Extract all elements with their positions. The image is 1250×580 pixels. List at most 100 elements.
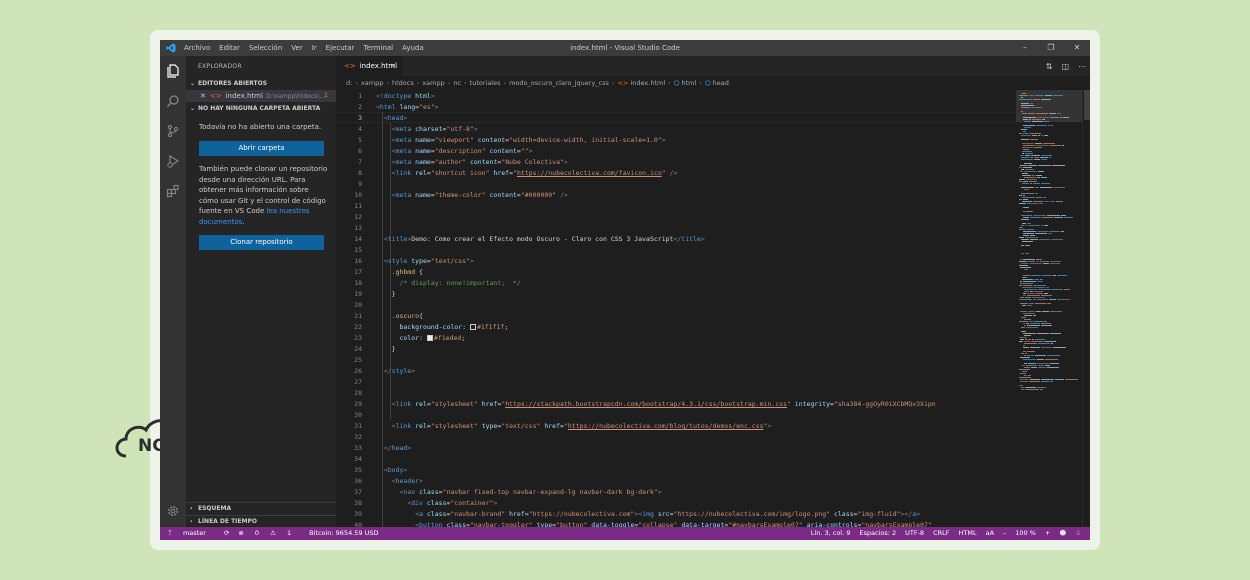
code-line[interactable]: .oscuro{ — [376, 311, 423, 322]
zoom-in-icon[interactable]: + — [1045, 527, 1050, 540]
minimap-line — [1027, 203, 1038, 204]
bitcoin-price[interactable]: Bitcoin: 9654.59 USD — [309, 527, 378, 540]
code-line[interactable]: <!doctype html> — [376, 91, 435, 102]
code-line[interactable]: <meta name="theme-color" content="#00000… — [376, 190, 568, 201]
open-editors-header[interactable]: ⌄ EDITORES ABIERTOS — [186, 78, 336, 90]
code-line[interactable]: <title>Demo: Como crear el Efecto modo O… — [376, 234, 705, 245]
run-debug-icon[interactable] — [166, 154, 180, 168]
breadcrumb-item[interactable]: nc — [453, 79, 461, 87]
menu-ayuda[interactable]: Ayuda — [402, 44, 424, 52]
breadcrumb-item[interactable]: modo_oscuro_claro_jquery_css — [509, 79, 609, 87]
minimap-line — [1052, 165, 1065, 166]
breadcrumb-item[interactable]: tutoriales — [470, 79, 501, 87]
close-editor-icon[interactable]: ✕ — [200, 92, 206, 100]
code-line[interactable]: color: #f1eded; — [376, 333, 465, 344]
code-line[interactable]: <header> — [376, 476, 423, 487]
scrollbar-thumb[interactable] — [1084, 90, 1090, 120]
feedback-icon[interactable]: ☻ — [1059, 527, 1066, 540]
code-line[interactable]: <html lang="es"> — [376, 102, 439, 113]
close-icon[interactable]: ✕ — [1064, 40, 1090, 56]
split-editor-icon[interactable]: ◫ — [1061, 62, 1069, 71]
notifications-icon[interactable]: ♤ — [1075, 527, 1081, 540]
timeline-header[interactable]: › LÍNEA DE TIEMPO — [186, 515, 336, 527]
sync-icon[interactable]: ⟳ — [224, 527, 229, 540]
breadcrumb-item[interactable]: xampp — [361, 79, 383, 87]
branch-indicator[interactable]: ᛉ master — [168, 527, 215, 540]
breadcrumb-item[interactable]: d: — [346, 79, 352, 87]
breadcrumb-item[interactable]: index.html — [630, 79, 665, 87]
language-mode[interactable]: HTML — [959, 527, 977, 540]
minimize-icon[interactable]: – — [1012, 40, 1038, 56]
code-line[interactable]: } — [376, 344, 396, 355]
code-line[interactable]: </head> — [376, 443, 411, 454]
breadcrumb-item[interactable]: head — [713, 79, 729, 87]
open-editor-item[interactable]: ✕ <> index.html D:\xampp\htdocs\... 1 — [186, 90, 336, 102]
code-editor[interactable]: 1 2 3 4 5 6 7 8 9 10 11 12 13 14 15 16 17 18 19 20 21 22 23 24 2… — [336, 90, 1016, 527]
code-line[interactable]: <a class="navbar-brand" href="https://nu… — [376, 509, 920, 520]
close-tab-icon[interactable]: × — [390, 56, 396, 76]
code-line[interactable]: <meta name="description" content=""> — [376, 146, 533, 157]
code-line[interactable]: <button class="navbar-toggler" type="but… — [376, 520, 932, 527]
breadcrumb-item[interactable]: html — [681, 79, 696, 87]
code-line[interactable]: <body> — [376, 465, 408, 476]
tab-index-html[interactable]: <> index.html × — [336, 56, 402, 76]
open-changes-icon[interactable]: ⇅ — [1046, 62, 1053, 71]
search-icon[interactable] — [166, 94, 180, 108]
outline-header[interactable]: › ESQUEMA — [186, 502, 336, 514]
code-token: "theme-color" — [434, 191, 486, 199]
code-line[interactable]: .ghbmd { — [376, 267, 423, 278]
more-actions-icon[interactable]: ⋯ — [1078, 62, 1086, 71]
code-line[interactable]: background-color: #1f1f1f; — [376, 322, 508, 333]
restore-icon[interactable]: ❐ — [1038, 40, 1064, 56]
no-folder-header[interactable]: ⌄ NO HAY NINGUNA CARPETA ABIERTA — [186, 103, 336, 115]
vertical-scrollbar[interactable] — [1082, 90, 1090, 527]
breadcrumb-item[interactable]: xampp — [422, 79, 444, 87]
breadcrumb-item[interactable]: htdocs — [392, 79, 414, 87]
code-line[interactable]: <link rel="shortcut icon" href="https://… — [376, 168, 678, 179]
line-number: 28 — [354, 389, 362, 397]
problems-indicator[interactable]: ⊗ 0 ⚠ 1 — [238, 527, 300, 540]
code-line[interactable]: </style> — [376, 366, 415, 377]
indentation[interactable]: Espacios: 2 — [859, 527, 896, 540]
font-size-icon[interactable]: aA — [986, 527, 994, 540]
code-line[interactable]: <head> — [376, 113, 408, 124]
code-line[interactable]: <meta name="viewport" content="width=dev… — [376, 135, 666, 146]
code-line[interactable]: <link rel="stylesheet" href="https://sta… — [376, 399, 936, 410]
open-folder-button[interactable]: Abrir carpeta — [199, 141, 324, 156]
code-line[interactable]: <style type="text/css"> — [376, 256, 474, 267]
code-line[interactable]: } — [376, 289, 396, 300]
files-icon[interactable] — [166, 64, 180, 78]
code-line[interactable]: <meta charset="utf-8"> — [376, 124, 478, 135]
code-line[interactable]: <link rel="stylesheet" type="text/css" h… — [376, 421, 772, 432]
cursor-position[interactable]: Lín. 3, col. 9 — [811, 527, 851, 540]
menu-ir[interactable]: Ir — [312, 44, 317, 52]
menu-ver[interactable]: Ver — [291, 44, 302, 52]
clone-repo-button[interactable]: Clonar repositorio — [199, 235, 324, 250]
color-swatch-icon[interactable] — [426, 335, 433, 341]
color-swatch-icon[interactable] — [469, 324, 476, 330]
line-ending[interactable]: CRLF — [933, 527, 949, 540]
gear-icon[interactable] — [166, 504, 180, 518]
code-line[interactable]: <nav class="navbar fixed-top navbar-expa… — [376, 487, 661, 498]
menu-archivo[interactable]: Archivo — [184, 44, 210, 52]
menu-terminal[interactable]: Terminal — [364, 44, 394, 52]
zoom-out-icon[interactable]: – — [1003, 527, 1006, 540]
minimap-line — [1019, 227, 1023, 228]
minimap-line — [1027, 351, 1035, 352]
code-token: https://nubecolectiva.com/blog/tutos/dem… — [567, 422, 764, 430]
extensions-icon[interactable] — [166, 184, 180, 198]
source-control-icon[interactable] — [166, 124, 180, 138]
menu-ejecutar[interactable]: Ejecutar — [326, 44, 355, 52]
code-token: meta — [395, 125, 412, 133]
menu-editar[interactable]: Editar — [219, 44, 240, 52]
encoding[interactable]: UTF-8 — [905, 527, 924, 540]
zoom-level[interactable]: 100 % — [1015, 527, 1036, 540]
code-line[interactable]: /* display: none!important; */ — [376, 278, 520, 289]
minimap[interactable] — [1016, 90, 1082, 527]
code-line[interactable]: <div class="container"> — [376, 498, 497, 509]
code-line[interactable]: <meta name="author" content="Nube Colect… — [376, 157, 568, 168]
menu-seleccion[interactable]: Selección — [249, 44, 282, 52]
